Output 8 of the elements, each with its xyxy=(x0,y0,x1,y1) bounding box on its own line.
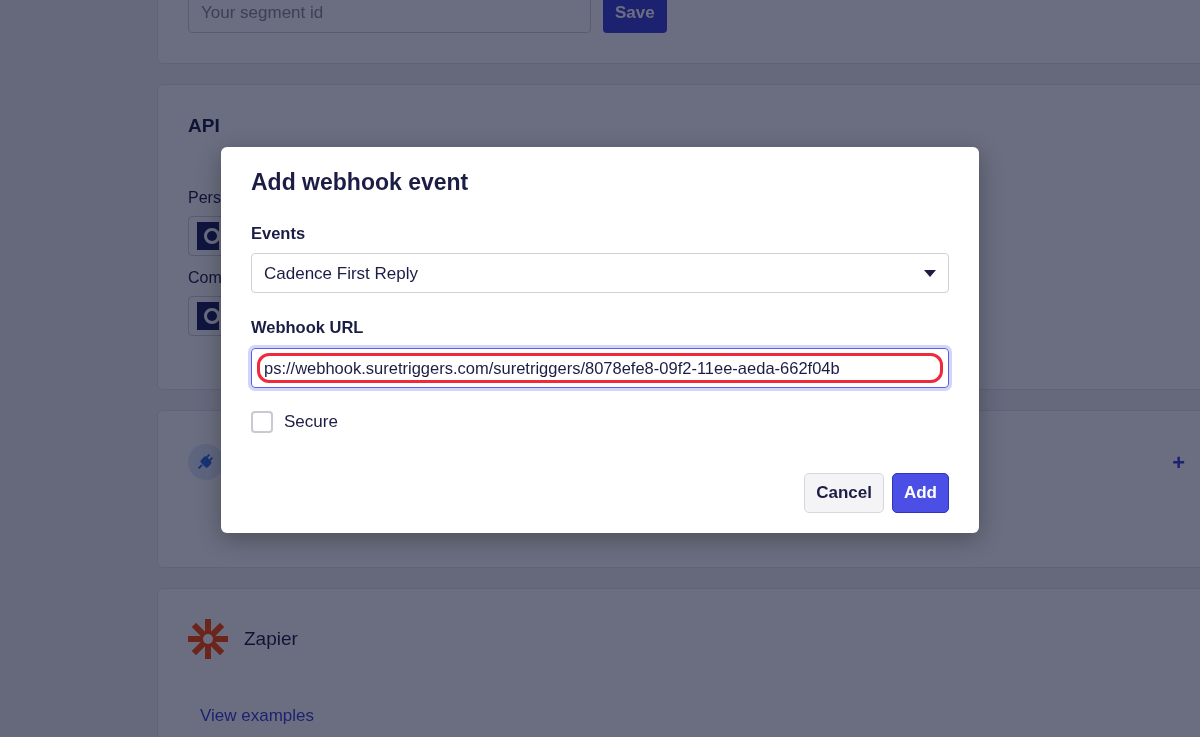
section-title: API xyxy=(188,115,221,138)
field-label: Pers xyxy=(188,187,221,208)
field-label: Webhook URL xyxy=(251,317,365,339)
integration-title: Zapier xyxy=(244,626,298,651)
field-label: Events xyxy=(251,222,307,244)
modal-title: Add webhook event xyxy=(251,169,470,197)
checkbox-label: Secure xyxy=(284,411,338,434)
field-label: Com xyxy=(188,267,222,288)
